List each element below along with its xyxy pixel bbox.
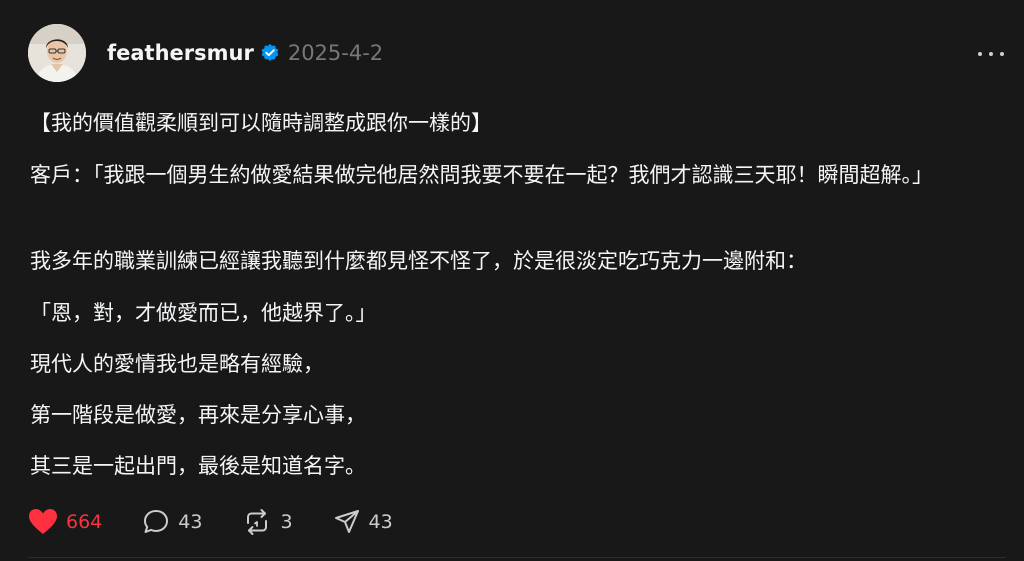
avatar[interactable]: [28, 24, 86, 82]
threads-post: feathersmur 2025-4-2 【我的價值觀柔順到可以隨時調整成跟你一…: [0, 0, 1024, 561]
more-dot: [978, 52, 982, 56]
username[interactable]: feathersmur: [107, 41, 254, 65]
more-dot: [1000, 52, 1004, 56]
comment-button[interactable]: 43: [142, 508, 202, 536]
post-paragraph-line: 其三是一起出門，最後是知道名字。: [30, 454, 366, 478]
comment-bubble-icon: [144, 510, 169, 533]
post-date[interactable]: 2025-4-2: [288, 41, 383, 65]
repost-button[interactable]: 3: [242, 508, 293, 536]
post-paragraph-line: 第一階段是做愛，再來是分享心事，: [30, 403, 366, 427]
heart-filled-icon: [29, 509, 57, 534]
post-paragraph-client: 客戶：「我跟一個男生約做愛結果做完他居然問我要不要在一起？我們才認識三天耶！瞬間…: [30, 163, 933, 187]
comment-count: 43: [178, 511, 203, 533]
share-button[interactable]: 43: [333, 508, 393, 536]
post-paragraph-career: 我多年的職業訓練已經讓我聽到什麼都見怪不怪了，於是很淡定吃巧克力一邊附和：: [30, 249, 807, 273]
share-count: 43: [368, 511, 393, 533]
more-dot: [989, 52, 993, 56]
post-title-line: 【我的價值觀柔順到可以隨時調整成跟你一樣的】: [30, 111, 492, 135]
avatar-photo: [28, 24, 86, 82]
post-actions: 664 43 3 43: [28, 504, 433, 540]
post-header: feathersmur 2025-4-2: [107, 37, 383, 69]
like-button[interactable]: 664: [28, 508, 102, 536]
post-paragraph-quote: 「恩，對，才做愛而已，他越界了。」: [30, 301, 377, 325]
more-horizontal-icon[interactable]: [978, 44, 1004, 64]
repost-icon: [247, 509, 268, 535]
post-paragraph-line: 現代人的愛情我也是略有經驗，: [30, 352, 324, 376]
like-count: 664: [66, 511, 103, 533]
verified-badge-icon: [260, 43, 280, 63]
repost-count: 3: [280, 511, 293, 533]
send-icon: [334, 510, 359, 533]
divider: [28, 557, 1006, 558]
